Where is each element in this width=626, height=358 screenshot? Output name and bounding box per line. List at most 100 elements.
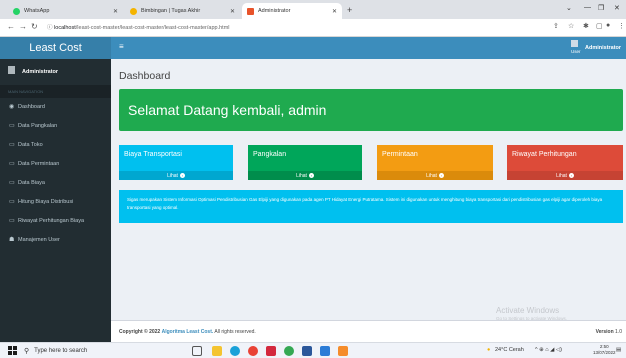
reload-icon[interactable]: ↻ — [31, 22, 38, 31]
sidebar-item-manajemen-user[interactable]: ☗ Manajemen User — [0, 231, 111, 248]
browser-tab-bar: WhatsApp ✕ Bimbingan | Tugas Akhir ✕ Adm… — [0, 0, 626, 19]
copyright-link[interactable]: Algoritma Least Cost. — [162, 329, 214, 335]
file-icon: ▭ — [9, 142, 15, 148]
sidebar-item-data-biaya[interactable]: ▭ Data Biaya — [0, 174, 111, 191]
chrome-icon[interactable] — [248, 346, 258, 356]
box-link[interactable]: Lihat › — [507, 171, 623, 180]
info-callout: Sigas merupakan Sistem Informasi Optimas… — [119, 190, 623, 223]
site-favicon-icon — [247, 7, 254, 15]
sidebar-item-data-permintaan[interactable]: ▭ Data Permintaan — [0, 155, 111, 172]
date: 13/07/2022 — [593, 350, 616, 355]
pdf-icon[interactable] — [266, 346, 276, 356]
windows-start-icon[interactable] — [8, 346, 17, 355]
close-tab-icon[interactable]: ✕ — [113, 8, 118, 15]
arrow-circle-icon: › — [308, 173, 314, 178]
whatsapp-icon — [13, 7, 20, 15]
box-label: Biaya Transportasi — [124, 151, 182, 158]
close-tab-icon[interactable]: ✕ — [230, 8, 235, 15]
taskbar-search[interactable]: ⚲ Type here to search — [24, 345, 174, 357]
sidebar-item-label: Data Biaya — [18, 179, 45, 186]
taskbar-clock[interactable]: 2:50 13/07/2022 — [593, 344, 616, 356]
sidebar: Administrator MAIN NAVIGATION ◉ Dashboar… — [0, 59, 111, 342]
file-icon: ▭ — [9, 218, 15, 224]
weather-text[interactable]: 24°C Cerah — [495, 347, 524, 353]
url-input[interactable]: ⓘ localhost/least-cost-master/least-cost… — [47, 22, 547, 34]
user-label: User — [571, 49, 581, 54]
minimize-icon[interactable]: — — [584, 4, 591, 11]
file-icon: ▭ — [9, 123, 15, 129]
file-icon: ▭ — [9, 161, 15, 167]
app-logo[interactable]: Least Cost — [0, 37, 111, 59]
user-name[interactable]: Administrator — [585, 45, 621, 51]
maximize-icon[interactable]: ❐ — [598, 4, 604, 12]
sticky-notes-icon[interactable] — [338, 346, 348, 356]
top-navbar: ≡ User Administrator — [111, 37, 626, 59]
profile-icon[interactable]: ● — [606, 22, 610, 29]
box-biaya-transportasi: Biaya Transportasi Lihat › — [119, 145, 233, 180]
content: Dashboard Selamat Datang kembali, admin … — [111, 59, 626, 342]
tab-title: WhatsApp — [24, 8, 50, 14]
chevron-down-icon[interactable]: ⌄ — [566, 4, 572, 12]
info-text: Sigas merupakan Sistem Informasi Optimas… — [127, 197, 603, 210]
windows-taskbar: ⚲ Type here to search ● 24°C Cerah ^ ⊕ ⌂… — [0, 342, 626, 358]
arrow-circle-icon: › — [179, 173, 185, 178]
box-link[interactable]: Lihat › — [248, 171, 362, 180]
sidebar-header: MAIN NAVIGATION — [0, 85, 111, 98]
tab-administrator[interactable]: Administrator ✕ — [242, 3, 342, 19]
share-icon[interactable]: ⇪ — [553, 22, 559, 30]
activate-windows-watermark: Activate Windows Go to Settings to activ… — [496, 306, 567, 321]
sidebar-item-label: Data Pangkalan — [18, 122, 58, 129]
sidebar-item-data-toko[interactable]: ▭ Data Toko — [0, 136, 111, 153]
url-path: /least-cost-master/least-cost-master/lea… — [75, 25, 230, 31]
version: Version 1.0 — [595, 329, 622, 335]
box-label: Permintaan — [382, 151, 418, 158]
weather-icon[interactable]: ● — [487, 347, 490, 353]
user-avatar[interactable] — [571, 40, 578, 47]
word-icon[interactable] — [302, 346, 312, 356]
sidebar-item-label: Manajemen User — [18, 236, 60, 243]
tab-title: Administrator — [258, 8, 291, 14]
sidebar-item-label: Riwayat Perhitungan Biaya — [18, 217, 85, 224]
back-icon[interactable]: ← — [7, 22, 15, 31]
new-tab-icon[interactable]: + — [347, 5, 352, 15]
sidebar-item-label: Data Permintaan — [18, 160, 60, 167]
sidebar-item-dashboard[interactable]: ◉ Dashboard — [0, 98, 111, 115]
close-tab-icon[interactable]: ✕ — [332, 8, 337, 15]
welcome-text: Selamat Datang kembali, admin — [128, 102, 327, 118]
close-window-icon[interactable]: ✕ — [614, 4, 620, 12]
box-link[interactable]: Lihat › — [119, 171, 233, 180]
sidebar-item-hitung-biaya[interactable]: ▭ Hitung Biaya Distribusi — [0, 193, 111, 210]
page-footer: Copyright © 2022 Algoritma Least Cost. A… — [111, 320, 626, 342]
tab-whatsapp[interactable]: WhatsApp ✕ — [8, 3, 123, 19]
chrome-profile-icon[interactable] — [284, 346, 294, 356]
search-icon: ⚲ — [24, 348, 30, 355]
sidebar-item-riwayat[interactable]: ▭ Riwayat Perhitungan Biaya — [0, 212, 111, 229]
box-label: Pangkalan — [253, 151, 287, 158]
box-link[interactable]: Lihat › — [377, 171, 493, 180]
file-explorer-icon[interactable] — [212, 346, 222, 356]
tab-bimbingan[interactable]: Bimbingan | Tugas Akhir ✕ — [125, 3, 240, 19]
menu-toggle-icon[interactable]: ≡ — [119, 42, 124, 51]
tab-title: Bimbingan | Tugas Akhir — [141, 8, 201, 14]
extensions-icon[interactable]: ✱ — [583, 22, 589, 30]
arrow-circle-icon: › — [438, 173, 444, 178]
watermark-title: Activate Windows — [496, 306, 560, 315]
sidebar-item-label: Dashboard — [18, 103, 45, 110]
star-icon[interactable]: ☆ — [568, 22, 574, 30]
sidebar-item-label: Hitung Biaya Distribusi — [18, 198, 74, 205]
sidebar-user-panel: Administrator — [0, 59, 111, 85]
photos-icon[interactable] — [320, 346, 330, 356]
notification-icon[interactable]: ▤ — [616, 347, 621, 353]
sidepanel-icon[interactable]: ▢ — [596, 22, 603, 30]
welcome-banner: Selamat Datang kembali, admin — [119, 89, 623, 131]
menu-icon[interactable]: ⋮ — [618, 22, 625, 30]
sidebar-item-data-pangkalan[interactable]: ▭ Data Pangkalan — [0, 117, 111, 134]
file-icon: ▭ — [9, 180, 15, 186]
box-pangkalan: Pangkalan Lihat › — [248, 145, 362, 180]
task-view-icon[interactable] — [192, 346, 202, 356]
box-riwayat-perhitungan: Riwayat Perhitungan Lihat › — [507, 145, 623, 180]
info-icon[interactable]: ⓘ — [47, 25, 53, 31]
edge-icon[interactable] — [230, 346, 240, 356]
forward-icon[interactable]: → — [19, 22, 27, 31]
system-tray-icons[interactable]: ^ ⊕ ⌂ ◢ ◁) — [535, 347, 562, 353]
